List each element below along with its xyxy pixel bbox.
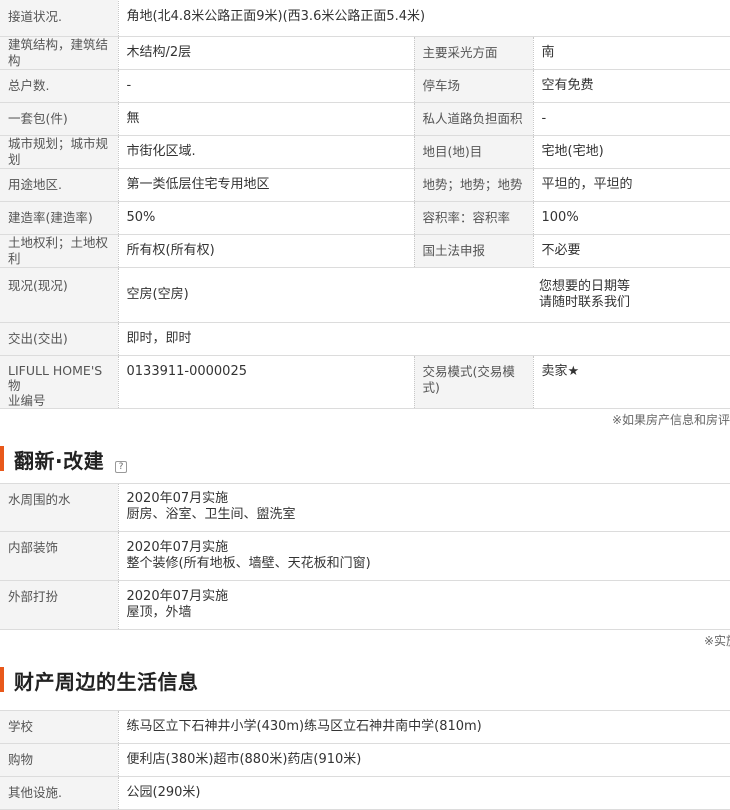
row-label: 国土法申报 — [414, 234, 533, 267]
row-label: 一套包(件) — [0, 102, 118, 135]
table-row: 现况(现况) 空房(空房) 您想要的日期等 请随时联系我们 — [0, 267, 730, 322]
reform-detail: 整个装修(所有地板、墙壁、天花板和门窗) — [127, 556, 730, 572]
row-value: 练马区立下石神井小学(430m)练马区立石神井南中学(810m) — [118, 710, 730, 743]
table-row: 其他设施. 公园(290米) — [0, 776, 730, 809]
row-label: 水周围的水 — [0, 483, 118, 531]
row-label: 内部装饰 — [0, 531, 118, 580]
reform-date: 2020年07月实施 — [127, 589, 730, 605]
row-label: 停车场 — [414, 69, 533, 102]
table-row: 总户数. - 停车场 空有免费 — [0, 69, 730, 102]
row-label: 接道状况. — [0, 0, 118, 36]
row-value: 宅地(宅地) — [533, 135, 730, 168]
row-value: 南 — [533, 36, 730, 69]
row-label: 交出(交出) — [0, 322, 118, 355]
table-row: 用途地区. 第一类低层住宅专用地区 地势；地势；地势 平坦的，平坦的 — [0, 168, 730, 201]
row-value: - — [118, 69, 414, 102]
row-value: 角地(北4.8米公路正面9米)(西3.6米公路正面5.4米) — [118, 0, 730, 36]
reform-value: 2020年07月实施 屋顶，外墙 — [118, 580, 730, 629]
row-label: 城市规划；城市规划 — [0, 135, 118, 168]
table-row: 学校 练马区立下石神井小学(430m)练马区立石神井南中学(810m) — [0, 710, 730, 743]
row-label: 总户数. — [0, 69, 118, 102]
help-icon[interactable]: ? — [115, 461, 127, 473]
label-line: LIFULL HOME'S物 — [8, 363, 110, 393]
section-title: 翻新·改建 — [14, 445, 104, 474]
row-value: 市街化区域. — [118, 135, 414, 168]
contact-cell: 您想要的日期等 请随时联系我们 — [533, 267, 730, 322]
row-value: 50% — [118, 201, 414, 234]
table-row: 外部打扮 2020年07月实施 屋顶，外墙 — [0, 580, 730, 629]
row-value: 空有免费 — [533, 69, 730, 102]
table-row: 接道状况. 角地(北4.8米公路正面9米)(西3.6米公路正面5.4米) — [0, 0, 730, 36]
reform-date: 2020年07月实施 — [127, 540, 730, 556]
row-label: 学校 — [0, 710, 118, 743]
contact-text-line: 请随时联系我们 — [539, 295, 730, 311]
table-row: 购物 便利店(380米)超市(880米)药店(910米) — [0, 743, 730, 776]
table-row: 建造率(建造率) 50% 容积率：容积率 100% — [0, 201, 730, 234]
row-value: 第一类低层住宅专用地区 — [118, 168, 414, 201]
row-label: 建筑结构，建筑结构 — [0, 36, 118, 69]
row-label: 地势；地势；地势 — [414, 168, 533, 201]
row-label: 交易模式(交易模式) — [414, 355, 533, 408]
table-row: 交出(交出) 即时，即时 — [0, 322, 730, 355]
row-label: 外部打扮 — [0, 580, 118, 629]
reform-date: 2020年07月实施 — [127, 491, 730, 507]
heading-accent-bar — [0, 667, 4, 692]
reform-value: 2020年07月实施 整个装修(所有地板、墙壁、天花板和门窗) — [118, 531, 730, 580]
reform-note: ※实施 — [0, 630, 730, 652]
row-value: 空房(空房) — [118, 267, 533, 322]
reform-detail: 屋顶，外墙 — [127, 605, 730, 621]
row-value: 平坦的，平坦的 — [533, 168, 730, 201]
table-row: 内部装饰 2020年07月实施 整个装修(所有地板、墙壁、天花板和门窗) — [0, 531, 730, 580]
row-value: 即时，即时 — [118, 322, 730, 355]
row-label: 用途地区. — [0, 168, 118, 201]
row-value: 便利店(380米)超市(880米)药店(910米) — [118, 743, 730, 776]
row-label: 容积率：容积率 — [414, 201, 533, 234]
row-value: 100% — [533, 201, 730, 234]
property-id-value: 0133911-0000025 — [118, 355, 414, 408]
table-row: 水周围的水 2020年07月实施 厨房、浴室、卫生间、盥洗室 — [0, 483, 730, 531]
section-heading-reform: 翻新·改建 ? — [0, 431, 730, 483]
section-heading-life: 财产周边的生活信息 — [0, 652, 730, 710]
row-label: 其他设施. — [0, 776, 118, 809]
row-value: 無 — [118, 102, 414, 135]
row-value: - — [533, 102, 730, 135]
table-row: 城市规划；城市规划 市街化区域. 地目(地)目 宅地(宅地) — [0, 135, 730, 168]
table-row: 一套包(件) 無 私人道路负担面积 - — [0, 102, 730, 135]
reform-value: 2020年07月实施 厨房、浴室、卫生间、盥洗室 — [118, 483, 730, 531]
row-label: 购物 — [0, 743, 118, 776]
row-label: 地目(地)目 — [414, 135, 533, 168]
details-note: ※如果房产信息和房评 — [0, 409, 730, 431]
row-value: 卖家★ — [533, 355, 730, 408]
table-row: LIFULL HOME'S物 业编号 0133911-0000025 交易模式(… — [0, 355, 730, 408]
row-value: 木结构/2层 — [118, 36, 414, 69]
row-label: 主要采光方面 — [414, 36, 533, 69]
property-details-table: 接道状况. 角地(北4.8米公路正面9米)(西3.6米公路正面5.4米) 建筑结… — [0, 0, 730, 409]
table-row: 建筑结构，建筑结构 木结构/2层 主要采光方面 南 — [0, 36, 730, 69]
life-info-table: 学校 练马区立下石神井小学(430m)练马区立石神井南中学(810m) 购物 便… — [0, 710, 730, 810]
row-label: 现况(现况) — [0, 267, 118, 322]
heading-accent-bar — [0, 446, 4, 471]
row-value: 所有权(所有权) — [118, 234, 414, 267]
row-value: 不必要 — [533, 234, 730, 267]
contact-text-line: 您想要的日期等 — [539, 279, 730, 295]
row-label: 私人道路负担面积 — [414, 102, 533, 135]
section-title: 财产周边的生活信息 — [14, 666, 199, 695]
row-label: 土地权利；土地权利 — [0, 234, 118, 267]
row-label: LIFULL HOME'S物 业编号 — [0, 355, 118, 408]
reform-table: 水周围的水 2020年07月实施 厨房、浴室、卫生间、盥洗室 内部装饰 2020… — [0, 483, 730, 630]
reform-detail: 厨房、浴室、卫生间、盥洗室 — [127, 507, 730, 523]
label-line: 业编号 — [8, 393, 110, 408]
row-value: 公园(290米) — [118, 776, 730, 809]
table-row: 土地权利；土地权利 所有权(所有权) 国土法申报 不必要 — [0, 234, 730, 267]
row-label: 建造率(建造率) — [0, 201, 118, 234]
